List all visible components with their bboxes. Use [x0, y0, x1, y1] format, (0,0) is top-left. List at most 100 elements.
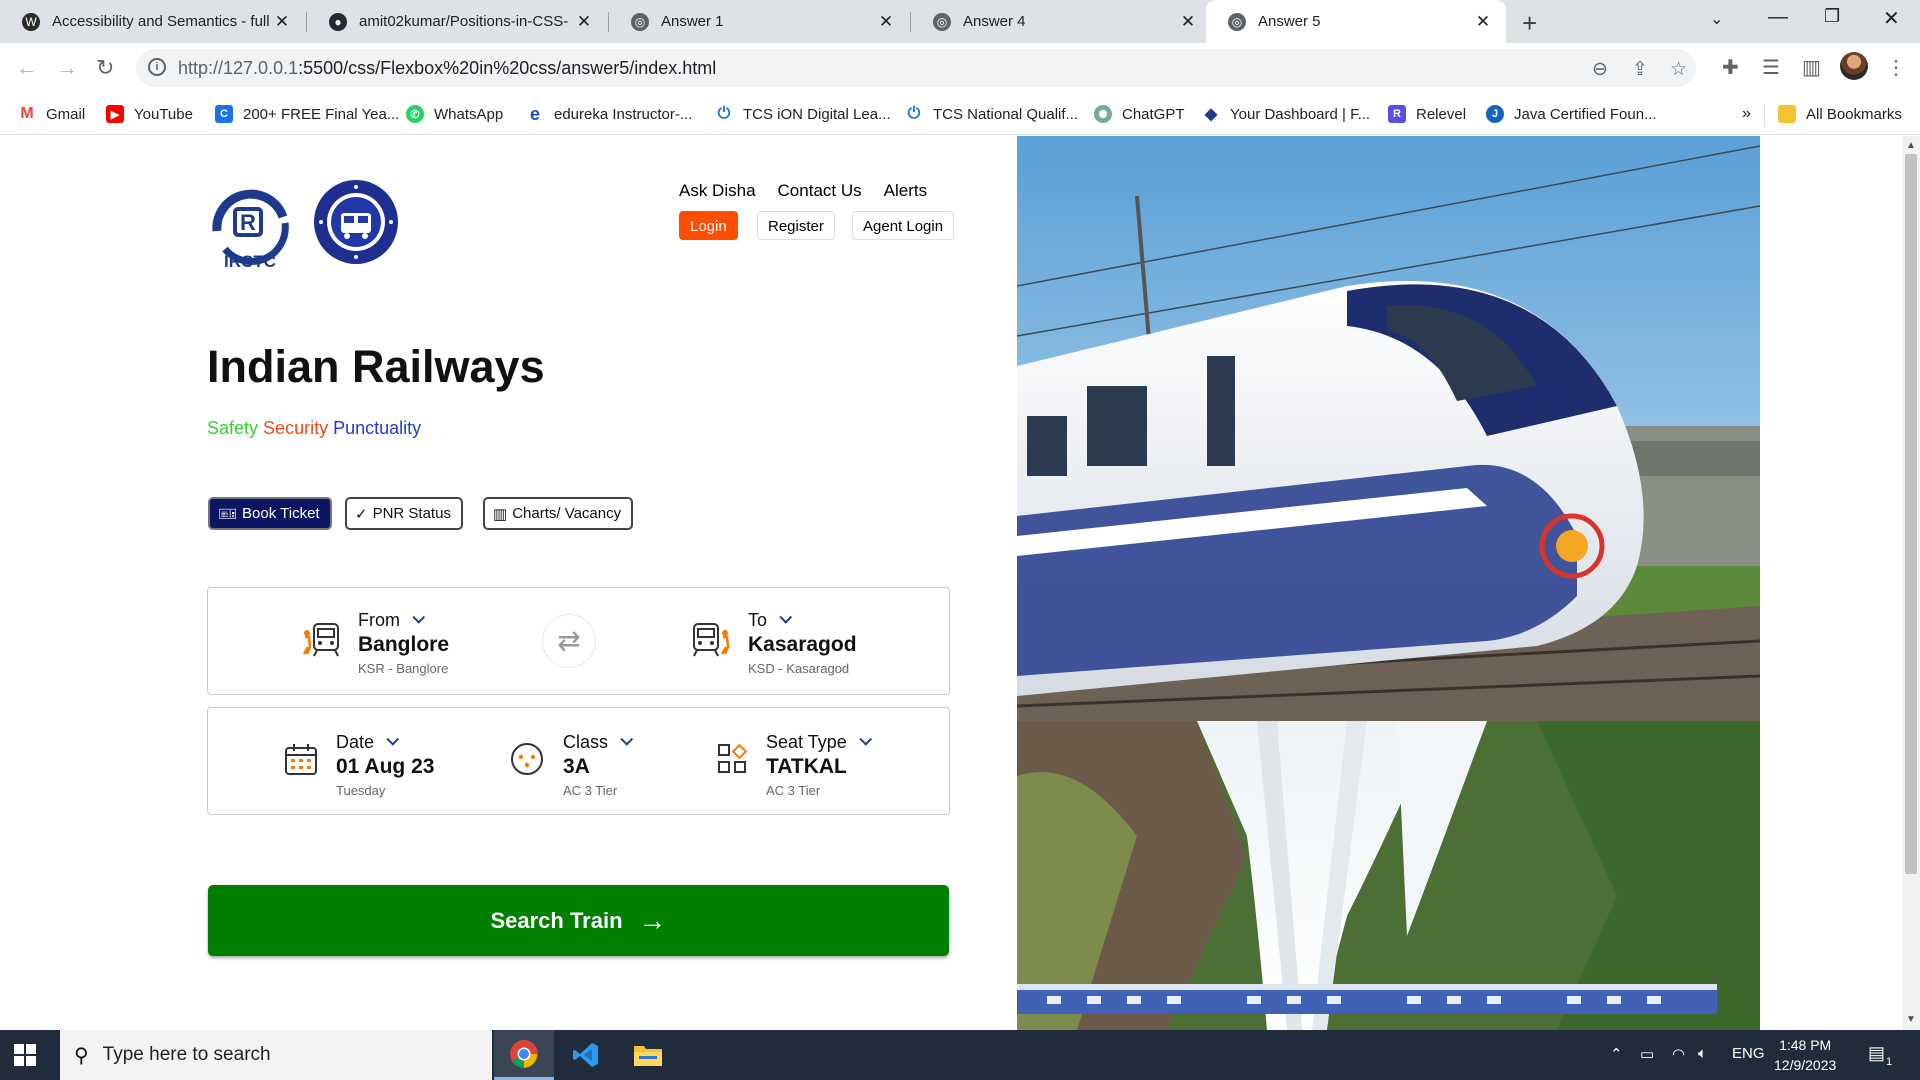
bar-chart-icon: ▥: [493, 505, 508, 523]
github-icon: ●: [329, 12, 347, 31]
side-panel-icon[interactable]: ▥: [1802, 55, 1821, 80]
profile-avatar[interactable]: [1840, 52, 1868, 80]
taskbar-search-box[interactable]: ⚲ Type here to search: [60, 1030, 492, 1080]
globe-icon: ◎: [631, 12, 649, 31]
train-station-icon: [302, 623, 339, 657]
taskbar-vscode[interactable]: [556, 1030, 616, 1080]
train-station-icon: [693, 623, 730, 657]
arrow-right-icon: →: [638, 904, 667, 936]
agent-login-button[interactable]: Agent Login: [852, 211, 955, 240]
close-tab-icon[interactable]: ✕: [271, 12, 293, 32]
page-viewport: R IRCTC Ask Disha Contact Us Alerts Logi…: [0, 136, 1902, 1030]
nav-alerts[interactable]: Alerts: [884, 181, 927, 201]
browser-tab-bar: W Accessibility and Semantics - full ✕ ●…: [0, 0, 1920, 43]
route-card: From Banglore KSR - Banglore ⇄ To Kasara…: [207, 587, 950, 695]
taskbar-file-explorer[interactable]: [618, 1030, 678, 1080]
check-icon: ✓: [355, 505, 368, 523]
close-tab-icon[interactable]: ✕: [1177, 12, 1199, 32]
bookmark-chatgpt[interactable]: ✺ ChatGPT: [1094, 105, 1185, 123]
scrollbar-thumb[interactable]: [1905, 154, 1917, 874]
bookmark-tcs-ion[interactable]: ⏻ TCS iON Digital Lea...: [715, 105, 891, 123]
url-text[interactable]: http://127.0.0.1:5500/css/Flexbox%20in%2…: [178, 58, 716, 79]
notifications-icon[interactable]: ▤: [1868, 1043, 1885, 1064]
bookmark-tcs-nqt[interactable]: ⏻ TCS National Qualif...: [905, 105, 1078, 123]
register-button[interactable]: Register: [757, 211, 835, 240]
browser-tab-active[interactable]: ◎ Answer 5 ✕: [1206, 0, 1506, 43]
chevron-down-icon: [620, 732, 634, 746]
close-tab-icon[interactable]: ✕: [875, 12, 897, 32]
bookmark-edureka[interactable]: e edureka Instructor-...: [526, 104, 692, 124]
class-field[interactable]: Class 3A AC 3 Tier: [563, 732, 634, 798]
windows-start-icon[interactable]: [14, 1044, 36, 1066]
wifi-icon[interactable]: ◠: [1672, 1045, 1685, 1063]
bookmark-java[interactable]: J Java Certified Foun...: [1486, 105, 1657, 123]
close-tab-icon[interactable]: ✕: [1472, 12, 1494, 32]
top-nav: Ask Disha Contact Us Alerts: [679, 181, 927, 201]
youtube-icon: ▶: [106, 105, 124, 123]
browser-tab[interactable]: W Accessibility and Semantics - full ✕: [0, 0, 305, 43]
forward-icon[interactable]: →: [56, 55, 78, 81]
browser-tab[interactable]: ◎ Answer 1 ✕: [609, 0, 909, 43]
journey-options-card: Date 01 Aug 23 Tuesday Class 3A AC 3 Tie…: [207, 707, 950, 815]
reload-icon[interactable]: ↻: [96, 55, 114, 81]
tab-pnr-status[interactable]: ✓ PNR Status: [345, 497, 463, 530]
menu-kebab-icon[interactable]: ⋮: [1886, 55, 1906, 80]
browser-toolbar: ← → ↻ i http://127.0.0.1:5500/css/Flexbo…: [0, 43, 1920, 95]
all-bookmarks[interactable]: All Bookmarks: [1778, 105, 1902, 123]
swap-stations-icon[interactable]: ⇄: [542, 614, 596, 668]
battery-icon[interactable]: ▭: [1640, 1045, 1654, 1063]
scroll-up-icon[interactable]: ▲: [1906, 140, 1916, 151]
bookmark-dashboard[interactable]: ◆ Your Dashboard | F...: [1202, 105, 1370, 123]
bookmark-relevel[interactable]: R Relevel: [1388, 105, 1466, 123]
close-window-icon[interactable]: ✕: [1883, 6, 1900, 31]
tab-search-icon[interactable]: ⌄: [1710, 9, 1723, 29]
bookmarks-overflow[interactable]: »: [1742, 105, 1751, 123]
taskbar-chrome[interactable]: [494, 1030, 554, 1080]
page-scrollbar[interactable]: ▲ ▼: [1902, 136, 1920, 1030]
svg-text:वंदे भारत: वंदे भारत: [1517, 387, 1585, 411]
clock[interactable]: 1:48 PM 12/9/2023: [1774, 1035, 1836, 1075]
tab-charts-vacancy[interactable]: ▥ Charts/ Vacancy: [483, 497, 634, 530]
site-info-icon[interactable]: i: [148, 58, 166, 76]
share-icon[interactable]: ⇪: [1632, 58, 1648, 81]
nav-ask-disha[interactable]: Ask Disha: [679, 181, 756, 201]
chevron-down-icon: [859, 732, 872, 746]
back-icon[interactable]: ←: [16, 55, 38, 81]
address-bar[interactable]: i http://127.0.0.1:5500/css/Flexbox%20in…: [136, 49, 1696, 87]
date-field[interactable]: Date 01 Aug 23 Tuesday: [336, 732, 434, 798]
irctc-logo: R IRCTC: [212, 189, 289, 271]
browser-tab[interactable]: ● amit02kumar/Positions-in-CSS- ✕: [307, 0, 607, 43]
close-tab-icon[interactable]: ✕: [573, 12, 595, 32]
volume-icon[interactable]: 🔈︎: [1698, 1045, 1707, 1062]
power-icon: ⏻: [905, 105, 923, 123]
browser-tab[interactable]: ◎ Answer 4 ✕: [911, 0, 1211, 43]
extensions-icon[interactable]: ✚: [1722, 55, 1739, 80]
relevel-icon: R: [1388, 105, 1406, 123]
bookmark-star-icon[interactable]: ☆: [1670, 58, 1687, 81]
search-icon: ⚲: [74, 1044, 89, 1067]
new-tab-icon[interactable]: +: [1522, 8, 1537, 39]
nav-contact-us[interactable]: Contact Us: [778, 181, 862, 201]
bookmark-gmail[interactable]: M Gmail: [18, 105, 85, 123]
hero-image-train-waterfall: वंदे भारत: [1017, 136, 1760, 1030]
to-field[interactable]: To Kasaragod KSD - Kasaragod: [748, 610, 857, 676]
minimize-icon[interactable]: —: [1768, 6, 1788, 29]
login-button[interactable]: Login: [679, 211, 738, 240]
folder-icon: [634, 1046, 662, 1066]
language-indicator[interactable]: ENG: [1732, 1045, 1765, 1062]
zoom-icon[interactable]: ⊖: [1592, 58, 1608, 81]
bookmark-whatsapp[interactable]: ✆ WhatsApp: [406, 105, 503, 123]
scroll-down-icon[interactable]: ▼: [1906, 1014, 1916, 1025]
tagline: Safety Security Punctuality: [207, 418, 422, 438]
wordpress-icon: W: [22, 12, 40, 31]
tray-chevron-icon[interactable]: ⌃: [1610, 1045, 1623, 1063]
tab-book-ticket[interactable]: 🎫︎ Book Ticket: [208, 497, 332, 530]
reading-list-icon[interactable]: ☰: [1762, 55, 1780, 80]
bookmark-final-year[interactable]: C 200+ FREE Final Yea...: [215, 105, 399, 123]
ticket-icon: 🎫︎: [218, 505, 238, 523]
from-field[interactable]: From Banglore KSR - Banglore: [358, 610, 449, 676]
seat-type-field[interactable]: Seat Type TATKAL AC 3 Tier: [766, 732, 872, 798]
search-train-button[interactable]: Search Train →: [208, 885, 949, 956]
restore-icon[interactable]: ❐: [1824, 6, 1840, 27]
bookmark-youtube[interactable]: ▶ YouTube: [106, 105, 193, 123]
